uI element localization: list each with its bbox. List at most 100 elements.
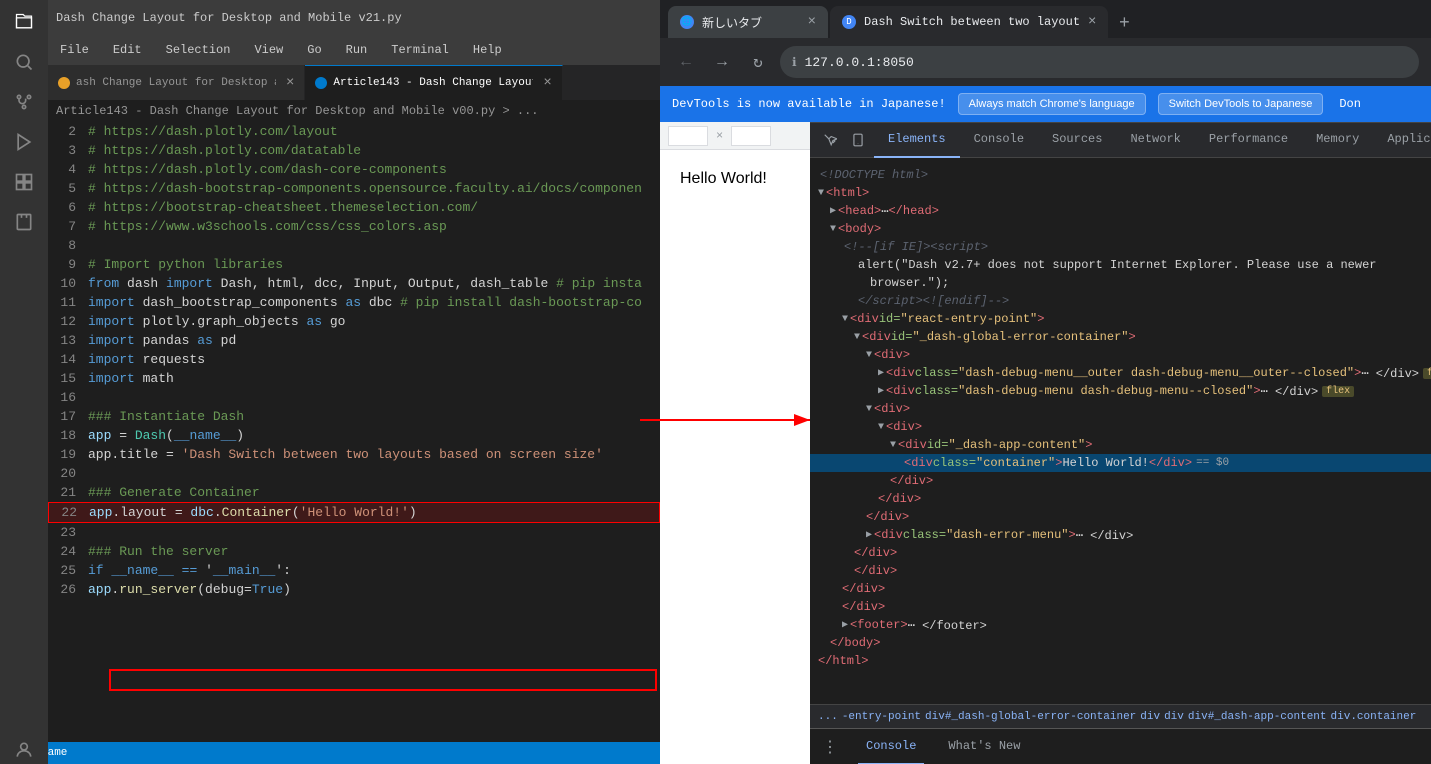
test-icon[interactable] bbox=[10, 208, 38, 236]
menu-view[interactable]: View bbox=[250, 41, 287, 59]
dom-line-html[interactable]: <html> bbox=[810, 184, 1431, 202]
dom-line-comment1[interactable]: <!--[if IE]><script> bbox=[810, 238, 1431, 256]
browser-viewport: 768 × 1024 Hello World! bbox=[660, 122, 810, 764]
devtools-tab-application[interactable]: Application bbox=[1373, 123, 1431, 158]
code-editor[interactable]: 2# https://dash.plotly.com/layout3# http… bbox=[48, 122, 660, 764]
menu-go[interactable]: Go bbox=[303, 41, 325, 59]
dom-line-close-div5[interactable]: </div> bbox=[810, 562, 1431, 580]
dom-line-entry-point[interactable]: <div id="react-entry-point" > bbox=[810, 310, 1431, 328]
dom-tree[interactable]: <!DOCTYPE html> <html> <head> ⋯ </head> … bbox=[810, 158, 1431, 704]
dom-line-head[interactable]: <head> ⋯ </head> bbox=[810, 202, 1431, 220]
switch-devtools-button[interactable]: Switch DevTools to Japanese bbox=[1158, 93, 1324, 115]
content-split: 768 × 1024 Hello World! bbox=[660, 122, 1431, 764]
dom-line-dash-error-menu[interactable]: <div class="dash-error-menu" > ⋯ </div> bbox=[810, 526, 1431, 544]
browser-tab-1[interactable]: D Dash Switch between two layout × bbox=[830, 6, 1108, 38]
dom-line-close-div1[interactable]: </div> bbox=[810, 472, 1431, 490]
search-icon[interactable] bbox=[10, 48, 38, 76]
dom-line-container[interactable]: <div class="container" > Hello World! </… bbox=[810, 454, 1431, 472]
match-language-button[interactable]: Always match Chrome's language bbox=[958, 93, 1146, 115]
bc-item-2[interactable]: -entry-point bbox=[842, 711, 921, 723]
dom-line-close-div4[interactable]: </div> bbox=[810, 544, 1431, 562]
dom-line-close-div7[interactable]: </div> bbox=[810, 598, 1431, 616]
account-icon[interactable] bbox=[10, 736, 38, 764]
tab-performance-label: Performance bbox=[1209, 132, 1288, 146]
menu-file[interactable]: File bbox=[56, 41, 93, 59]
tab-console-label: Console bbox=[974, 132, 1024, 146]
code-line-21: 21### Generate Container bbox=[48, 483, 660, 502]
dom-line-close-div2[interactable]: </div> bbox=[810, 490, 1431, 508]
refresh-button[interactable]: ↻ bbox=[744, 48, 772, 76]
dom-line-div2[interactable]: <div> bbox=[810, 400, 1431, 418]
dom-line-body[interactable]: <body> bbox=[810, 220, 1431, 238]
address-bar[interactable]: ℹ 127.0.0.1:8050 bbox=[780, 46, 1419, 78]
viewport-width-input[interactable]: 768 bbox=[668, 126, 708, 146]
dom-line-div1[interactable]: <div> bbox=[810, 346, 1431, 364]
dom-line-debug-menu-outer[interactable]: <div class="dash-debug-menu__outer dash-… bbox=[810, 364, 1431, 382]
dom-line-doctype[interactable]: <!DOCTYPE html> bbox=[810, 166, 1431, 184]
menu-help[interactable]: Help bbox=[469, 41, 506, 59]
browser-tab-close-1[interactable]: × bbox=[1088, 14, 1096, 30]
dom-line-close-body[interactable]: </body> bbox=[810, 634, 1431, 652]
tab-close-0[interactable]: × bbox=[286, 75, 294, 91]
code-line-7: 7# https://www.w3schools.com/css/css_col… bbox=[48, 217, 660, 236]
devtools-tab-memory[interactable]: Memory bbox=[1302, 123, 1373, 158]
tab-icon-1 bbox=[315, 77, 327, 89]
dom-line-close-div3[interactable]: </div> bbox=[810, 508, 1431, 526]
dom-line-close-div6[interactable]: </div> bbox=[810, 580, 1431, 598]
devtools-tab-network[interactable]: Network bbox=[1116, 123, 1194, 158]
doctype-text: <!DOCTYPE html> bbox=[820, 168, 928, 182]
dom-line-app-content[interactable]: <div id="_dash-app-content" > bbox=[810, 436, 1431, 454]
info-dismiss[interactable]: Don bbox=[1339, 97, 1361, 111]
forward-button[interactable]: → bbox=[708, 48, 736, 76]
drawer-tab-console[interactable]: Console bbox=[858, 729, 924, 764]
dom-line-alert[interactable]: alert("Dash v2.7+ does not support Inter… bbox=[810, 256, 1431, 274]
code-line-19: 19app.title = 'Dash Switch between two l… bbox=[48, 445, 660, 464]
browser-tab-close-0[interactable]: × bbox=[808, 14, 816, 30]
menu-run[interactable]: Run bbox=[342, 41, 372, 59]
bc-item-4[interactable]: div bbox=[1140, 711, 1160, 723]
activity-bar bbox=[0, 0, 48, 764]
dom-line-div3[interactable]: <div> bbox=[810, 418, 1431, 436]
bc-item-5[interactable]: div bbox=[1164, 711, 1184, 723]
drawer-tab-whatsnew[interactable]: What's New bbox=[940, 729, 1028, 764]
devtools-tab-elements[interactable]: Elements bbox=[874, 123, 960, 158]
dom-line-browser[interactable]: browser."); bbox=[810, 274, 1431, 292]
viewport-sep: × bbox=[716, 129, 723, 143]
devtools-inspect-button[interactable] bbox=[818, 128, 842, 152]
bc-item-7[interactable]: div.container bbox=[1331, 711, 1417, 723]
devtools-tab-performance[interactable]: Performance bbox=[1195, 123, 1302, 158]
bc-item-3[interactable]: div#_dash-global-error-container bbox=[925, 711, 1136, 723]
code-line-14: 14import requests bbox=[48, 350, 660, 369]
back-button[interactable]: ← bbox=[672, 48, 700, 76]
tab-sources-label: Sources bbox=[1052, 132, 1102, 146]
browser-tab-label-0: 新しいタブ bbox=[702, 14, 762, 31]
devtools-tab-bar: Elements Console Sources Network Perform… bbox=[810, 123, 1431, 158]
dom-line-debug-menu[interactable]: <div class="dash-debug-menu dash-debug-m… bbox=[810, 382, 1431, 400]
dom-line-global-error[interactable]: <div id="_dash-global-error-container" > bbox=[810, 328, 1431, 346]
source-control-icon[interactable] bbox=[10, 88, 38, 116]
menu-selection[interactable]: Selection bbox=[162, 41, 235, 59]
menu-edit[interactable]: Edit bbox=[109, 41, 146, 59]
run-icon[interactable] bbox=[10, 128, 38, 156]
bc-item-6[interactable]: div#_dash-app-content bbox=[1188, 711, 1327, 723]
extensions-icon[interactable] bbox=[10, 168, 38, 196]
tab-0[interactable]: ash Change Layout for Desktop and Mobile… bbox=[48, 65, 305, 100]
dom-line-footer[interactable]: <footer> ⋯ </footer> bbox=[810, 616, 1431, 634]
bc-item-1[interactable]: ... bbox=[818, 711, 838, 723]
viewport-height-input[interactable]: 1024 bbox=[731, 126, 771, 146]
explorer-icon[interactable] bbox=[10, 8, 38, 36]
devtools-device-button[interactable] bbox=[846, 128, 870, 152]
menu-terminal[interactable]: Terminal bbox=[387, 41, 453, 59]
dom-line-close-html[interactable]: </html> bbox=[810, 652, 1431, 670]
console-menu-icon[interactable]: ⋮ bbox=[818, 735, 842, 759]
tab-close-1[interactable]: × bbox=[543, 75, 551, 91]
title-text: Dash Change Layout for Desktop and Mobil… bbox=[56, 11, 402, 25]
code-line-8: 8 bbox=[48, 236, 660, 255]
new-tab-button[interactable]: + bbox=[1110, 10, 1138, 38]
tab-1[interactable]: Article143 - Dash Change Layout for Desk… bbox=[305, 65, 562, 100]
dom-line-script-end[interactable]: </script><![endif]--> bbox=[810, 292, 1431, 310]
devtools-tab-sources[interactable]: Sources bbox=[1038, 123, 1116, 158]
browser-tab-0[interactable]: 🌐 新しいタブ × bbox=[668, 6, 828, 38]
code-line-23: 23 bbox=[48, 523, 660, 542]
devtools-tab-console[interactable]: Console bbox=[960, 123, 1038, 158]
